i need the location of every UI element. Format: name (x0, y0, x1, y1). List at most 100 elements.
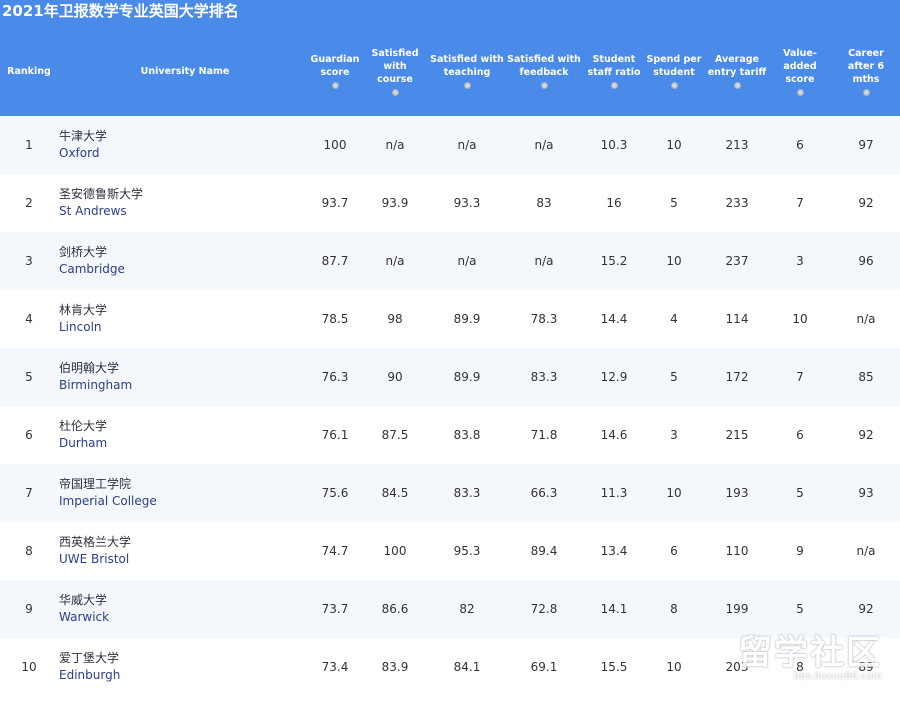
career-cell: 89 (858, 660, 874, 674)
rank-cell: 8 (25, 544, 33, 558)
info-icon[interactable] (391, 88, 399, 96)
rank-cell: 4 (25, 312, 33, 326)
ratio-cell: 12.9 (600, 370, 628, 384)
column-header-label: Ranking (7, 65, 51, 77)
teaching-cell: n/a (457, 254, 477, 268)
university-name-cell[interactable]: 杜伦大学 Durham (59, 418, 107, 452)
rank-cell: 10 (21, 660, 37, 674)
university-name-chinese: 剑桥大学 (59, 245, 108, 259)
column-header-label: Satisfied with feedback (507, 54, 581, 78)
university-name-cell[interactable]: 华威大学 Warwick (59, 592, 109, 626)
info-icon[interactable] (331, 82, 339, 89)
info-icon[interactable] (670, 82, 678, 89)
table-row[interactable]: 5 伯明翰大学 Birmingham 76.3 90 89.9 83.3 12.9 5 172 7 8… (0, 348, 900, 406)
info-icon[interactable] (540, 82, 548, 89)
spend-cell: 5 (670, 196, 678, 210)
teaching-cell: 89.9 (453, 312, 481, 326)
course-cell: 100 (383, 544, 407, 558)
university-name-cell[interactable]: 林肯大学 Lincoln (59, 302, 107, 336)
university-name-english: Birmingham (59, 378, 133, 392)
score-cell: 75.6 (321, 486, 349, 500)
table-row[interactable]: 4 林肯大学 Lincoln 78.5 98 89.9 78.3 14.4 4 114 10 n/a (0, 290, 900, 348)
table-row[interactable]: 7 帝国理工学院 Imperial College 75.6 84.5 83.3 66.3 1… (0, 464, 900, 522)
university-name-cell[interactable]: 牛津大学 Oxford (59, 128, 107, 162)
university-name-english: Imperial College (59, 494, 157, 508)
university-name-cell[interactable]: 伯明翰大学 Birmingham (59, 360, 132, 394)
table-row[interactable]: 9 华威大学 Warwick 73.7 86.6 82 72.8 14.1 8 199 5 92 (0, 580, 900, 638)
column-header-teaching[interactable]: Satisfied with teaching (430, 30, 504, 112)
career-cell: 93 (858, 486, 874, 500)
tariff-cell: 237 (725, 254, 749, 268)
table-row[interactable]: 3 剑桥大学 Cambridge 87.7 n/a n/a n/a 15.2 10 237 3 96 (0, 232, 900, 290)
column-header-career[interactable]: Career after 6 mths (835, 30, 897, 112)
teaching-cell: 83.8 (453, 428, 481, 442)
column-header-label: Satisfied with course (371, 47, 419, 85)
spend-cell: 5 (670, 370, 678, 384)
ratio-cell: 13.4 (600, 544, 628, 558)
tariff-cell: 233 (725, 196, 749, 210)
rank-cell: 9 (25, 602, 33, 616)
ratio-cell: 11.3 (600, 486, 628, 500)
table-row[interactable]: 1 牛津大学 Oxford 100 n/a n/a n/a 10.3 10 213 6 97 (0, 116, 900, 174)
column-header-label: Guardian score (310, 54, 360, 78)
column-header-tariff[interactable]: Average entry tariff (705, 30, 769, 112)
info-icon[interactable] (862, 88, 870, 96)
rank-cell: 6 (25, 428, 33, 442)
table-row[interactable]: 8 西英格兰大学 UWE Bristol 74.7 100 95.3 89.4 13.4 6 11… (0, 522, 900, 580)
table-header: 2021年卫报数学专业英国大学排名 Ranking University Name… (0, 0, 900, 116)
course-cell: 93.9 (381, 196, 409, 210)
table-row[interactable]: 10 爱丁堡大学 Edinburgh 73.4 83.9 84.1 69.1 15.5 10 20… (0, 638, 900, 696)
column-header-label: Satisfied with teaching (430, 54, 504, 78)
score-cell: 73.7 (321, 602, 349, 616)
university-name-english: UWE Bristol (59, 552, 130, 566)
rank-cell: 3 (25, 254, 33, 268)
university-name-cell[interactable]: 圣安德鲁斯大学 St Andrews (59, 186, 143, 220)
course-cell: n/a (385, 254, 405, 268)
career-cell: 92 (858, 428, 874, 442)
university-name-chinese: 华威大学 (59, 593, 108, 607)
university-name-cell[interactable]: 爱丁堡大学 Edinburgh (59, 650, 120, 684)
info-icon[interactable] (463, 82, 471, 89)
university-name-cell[interactable]: 帝国理工学院 Imperial College (59, 476, 157, 510)
column-header-name[interactable]: University Name (110, 30, 260, 112)
value-cell: 3 (796, 254, 804, 268)
career-cell: 92 (858, 196, 874, 210)
score-cell: 74.7 (321, 544, 349, 558)
column-header-rank[interactable]: Ranking (0, 30, 58, 112)
table-row[interactable]: 6 杜伦大学 Durham 76.1 87.5 83.8 71.8 14.6 3 215 6 92 (0, 406, 900, 464)
value-cell: 7 (796, 370, 804, 384)
ratio-cell: 14.1 (600, 602, 628, 616)
value-cell: 5 (796, 486, 804, 500)
info-icon[interactable] (610, 82, 618, 89)
spend-cell: 10 (666, 254, 682, 268)
course-cell: 98 (387, 312, 403, 326)
course-cell: 87.5 (381, 428, 409, 442)
info-icon[interactable] (733, 82, 741, 89)
column-header-feedback[interactable]: Satisfied with feedback (507, 30, 581, 112)
score-cell: 76.3 (321, 370, 349, 384)
tariff-cell: 172 (725, 370, 749, 384)
career-cell: n/a (856, 312, 876, 326)
table-row[interactable]: 2 圣安德鲁斯大学 St Andrews 93.7 93.9 93.3 83 16 5 233 7 9… (0, 174, 900, 232)
university-name-chinese: 牛津大学 (59, 129, 108, 143)
spend-cell: 10 (666, 486, 682, 500)
column-header-course[interactable]: Satisfied with course (365, 30, 425, 112)
value-cell: 9 (796, 544, 804, 558)
value-cell: 7 (796, 196, 804, 210)
column-header-value[interactable]: Value- added score (773, 30, 827, 112)
tariff-cell: 114 (725, 312, 749, 326)
university-name-chinese: 林肯大学 (59, 303, 108, 317)
column-header-ratio[interactable]: Student staff ratio (583, 30, 645, 112)
column-header-spend[interactable]: Spend per student (645, 30, 703, 112)
value-cell: 6 (796, 138, 804, 152)
tariff-cell: 213 (725, 138, 749, 152)
university-name-chinese: 爱丁堡大学 (59, 651, 120, 665)
column-header-score[interactable]: Guardian score (305, 30, 365, 112)
feedback-cell: 69.1 (530, 660, 558, 674)
column-header-label: Average entry tariff (707, 54, 767, 78)
value-cell: 5 (796, 602, 804, 616)
info-icon[interactable] (796, 88, 804, 96)
university-name-cell[interactable]: 西英格兰大学 UWE Bristol (59, 534, 131, 568)
column-header-label: Value- added score (783, 47, 817, 85)
university-name-cell[interactable]: 剑桥大学 Cambridge (59, 244, 125, 278)
